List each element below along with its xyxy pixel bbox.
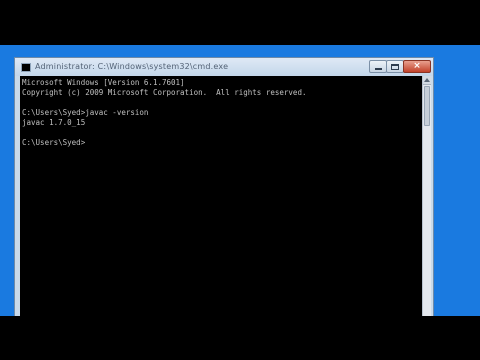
scroll-up-arrow-icon[interactable] [423, 76, 431, 85]
minimize-icon [375, 68, 382, 70]
window-titlebar[interactable]: Administrator: C:\Windows\system32\cmd.e… [15, 58, 433, 76]
console-prompt: C:\Users\Syed> [22, 138, 86, 147]
desktop-background: Administrator: C:\Windows\system32\cmd.e… [0, 45, 480, 316]
video-letterbox-bottom [0, 316, 480, 360]
console-line: C:\Users\Syed>javac -version [22, 108, 149, 117]
cmd-app-icon[interactable] [21, 63, 31, 72]
console-line: javac 1.7.0_15 [22, 118, 86, 127]
console-line: Microsoft Windows [Version 6.1.7601] [22, 78, 185, 87]
maximize-button[interactable] [386, 60, 404, 73]
maximize-icon [391, 64, 399, 70]
close-button[interactable]: × [403, 60, 431, 73]
close-icon: × [413, 61, 421, 71]
console-output[interactable]: Microsoft Windows [Version 6.1.7601] Cop… [20, 76, 422, 316]
vertical-scrollbar[interactable] [422, 76, 431, 316]
window-title: Administrator: C:\Windows\system32\cmd.e… [35, 62, 229, 71]
scroll-thumb[interactable] [424, 86, 430, 126]
video-letterbox-top [0, 0, 480, 45]
console-line: Copyright (c) 2009 Microsoft Corporation… [22, 88, 307, 97]
command-prompt-window[interactable]: Administrator: C:\Windows\system32\cmd.e… [14, 57, 434, 316]
minimize-button[interactable] [369, 60, 387, 73]
